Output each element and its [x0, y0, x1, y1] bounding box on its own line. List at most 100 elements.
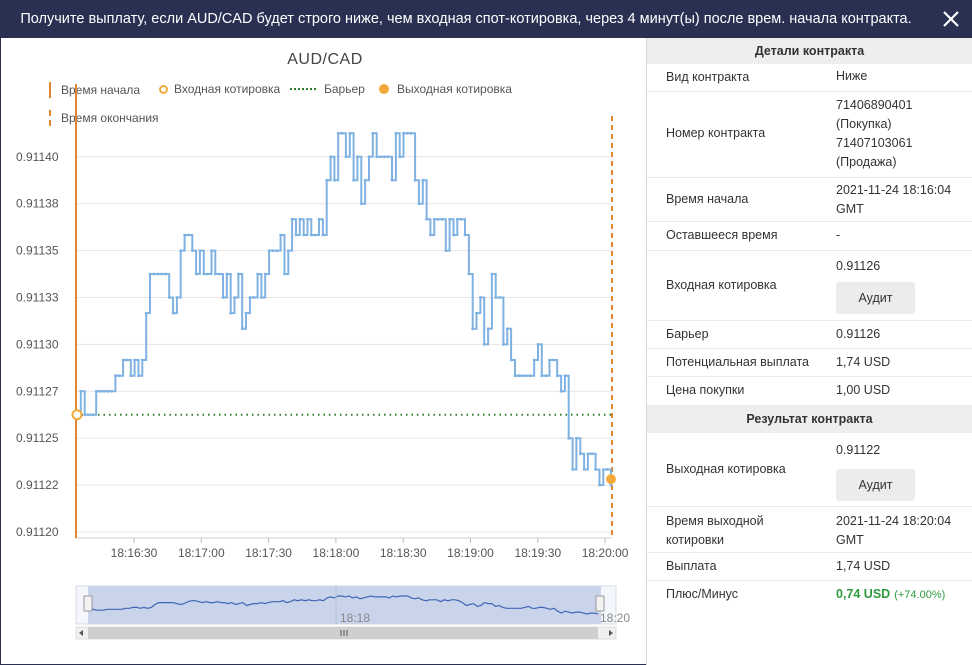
price-point: [601, 468, 605, 471]
price-point: [448, 217, 451, 221]
price-point: [83, 413, 87, 417]
close-icon[interactable]: [940, 8, 962, 30]
exit-time-label-line1: Время выходной: [666, 514, 764, 528]
audit-entry-button[interactable]: Аудит: [836, 282, 915, 314]
price-point: [194, 272, 198, 276]
price-point: [382, 155, 386, 159]
price-point: [102, 389, 106, 393]
price-point: [144, 311, 148, 315]
price-point: [286, 249, 290, 253]
y-tick-label: 0.91140: [16, 150, 59, 164]
price-point: [213, 272, 217, 276]
navigator-scrollbar-thumb[interactable]: [88, 627, 598, 639]
price-point: [586, 452, 590, 456]
navigator-label-mid: 18:18: [340, 611, 370, 625]
price-point: [444, 249, 448, 253]
y-tick-label: 0.91122: [16, 478, 59, 492]
price-point: [152, 272, 156, 276]
price-point: [148, 272, 152, 276]
price-point: [575, 436, 578, 440]
exit-time-value: 2021-11-24 18:20:04 GMT: [836, 512, 951, 550]
x-tick-label: 18:17:00: [178, 546, 225, 560]
price-point: [210, 249, 213, 253]
exit-time-zone: GMT: [836, 533, 864, 547]
dialog-title: Получите выплату, если AUD/CAD будет стр…: [20, 11, 912, 27]
price-point: [471, 327, 475, 331]
row-remaining-time: Оставшееся время -: [647, 222, 972, 251]
x-tick-label: 18:18:30: [380, 546, 427, 560]
audit-exit-button[interactable]: Аудит: [836, 469, 915, 501]
price-point: [183, 233, 187, 237]
price-point: [605, 468, 609, 471]
price-point: [567, 436, 571, 440]
y-tick-label: 0.91130: [16, 337, 59, 351]
row-contract-number: Номер контракта 71406890401 (Покупка) 71…: [647, 92, 972, 178]
price-point: [233, 296, 236, 299]
price-point: [137, 374, 140, 378]
price-point: [125, 358, 129, 362]
price-point: [498, 296, 501, 299]
price-point: [114, 374, 117, 378]
price-point: [91, 413, 94, 417]
price-point: [313, 233, 317, 237]
price-point: [571, 468, 574, 471]
entry-spot-value: 0.91126: [836, 259, 881, 273]
price-point: [190, 249, 194, 253]
x-tick-label: 18:19:30: [514, 546, 561, 560]
navigator-left-handle[interactable]: [83, 595, 93, 612]
price-point: [156, 272, 160, 276]
y-tick-label: 0.91125: [16, 431, 59, 445]
price-point: [202, 272, 206, 276]
price-point: [390, 178, 394, 182]
price-point: [110, 389, 113, 393]
price-point: [140, 358, 144, 362]
price-point: [317, 217, 321, 221]
contract-number-buy-tag: (Покупка): [836, 117, 892, 131]
barrier-value: 0.91126: [836, 327, 881, 341]
navigator-right-handle[interactable]: [595, 595, 605, 612]
details-section-title: Детали контракта: [647, 38, 972, 64]
price-point: [463, 233, 467, 237]
remaining-time-value: -: [836, 228, 841, 242]
price-point: [309, 233, 313, 237]
row-profit-loss: Плюс/Минус 0,74 USD (+74.00%): [647, 581, 972, 609]
price-point: [371, 131, 375, 135]
row-start-time: Время начала 2021-11-24 18:16:04 GMT: [647, 178, 972, 222]
price-point: [290, 217, 294, 221]
price-point: [540, 374, 544, 378]
price-point: [536, 343, 540, 346]
price-point: [394, 131, 398, 135]
price-point: [436, 217, 440, 221]
price-point: [275, 249, 279, 253]
exit-spot-value: 0.91122: [836, 443, 881, 457]
price-point: [106, 389, 110, 393]
profit-percent: (+74.00%): [894, 589, 946, 601]
x-tick-label: 18:17:30: [245, 546, 292, 560]
remaining-time-label: Оставшееся время: [666, 228, 778, 242]
price-point: [590, 452, 594, 456]
contract-number-buy: 71406890401: [836, 98, 913, 112]
price-point: [121, 358, 125, 362]
price-point: [513, 374, 517, 378]
price-point: [455, 217, 459, 221]
contract-number-value: 71406890401 (Покупка) 71407103061 (Прода…: [836, 96, 912, 172]
price-point: [260, 296, 263, 299]
entry-spot-marker[interactable]: [71, 409, 83, 421]
x-tick-label: 18:19:00: [447, 546, 494, 560]
exit-spot-marker[interactable]: [606, 474, 616, 485]
price-point: [256, 272, 259, 276]
contract-type-value: Ниже: [836, 69, 868, 83]
payout-value: 1,74 USD: [836, 559, 891, 573]
start-time-value: 2021-11-24 18:16:04 GMT: [836, 181, 951, 219]
start-time-label: Время начала: [666, 192, 749, 206]
price-point: [440, 217, 444, 221]
row-contract-type: Вид контракта Ниже: [647, 64, 972, 92]
start-time-zone: GMT: [836, 202, 864, 216]
row-purchase-price: Цена покупки 1,00 USD: [647, 377, 972, 405]
price-point: [490, 272, 494, 276]
y-tick-label: 0.91135: [16, 244, 59, 258]
price-point: [79, 389, 83, 393]
exit-spot-label: Выходная котировка: [666, 462, 786, 476]
price-point: [244, 311, 248, 315]
price-point: [532, 358, 536, 362]
